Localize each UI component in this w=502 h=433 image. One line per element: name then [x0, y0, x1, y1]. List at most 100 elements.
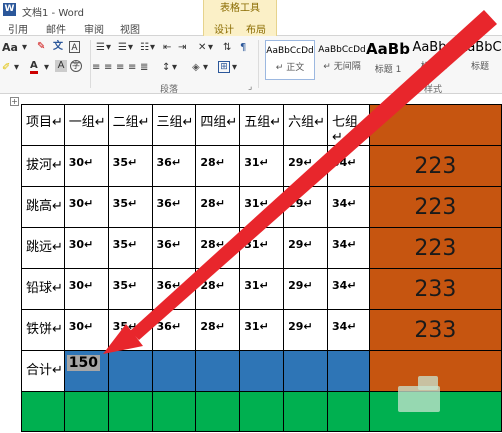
style-normal[interactable]: AaBbCcDd ↵ 正文: [265, 40, 315, 80]
dropdown-arrow-icon[interactable]: ▾: [128, 42, 133, 54]
justify-icon[interactable]: ≡: [128, 62, 136, 74]
sum-cell[interactable]: [326, 350, 370, 392]
header-cell[interactable]: 七组↵: [326, 104, 370, 146]
value-cell[interactable]: 30↵: [63, 268, 109, 310]
sum-cell[interactable]: [195, 350, 241, 392]
sum-cell[interactable]: [151, 350, 197, 392]
value-cell[interactable]: 35↵: [107, 186, 153, 228]
table-move-handle-icon[interactable]: +: [10, 97, 19, 106]
dropdown-arrow-icon[interactable]: ▾: [203, 62, 208, 74]
enclose-characters-icon[interactable]: 字: [70, 60, 82, 72]
clear-format-icon[interactable]: ✎: [37, 41, 45, 53]
row-total-cell[interactable]: 233: [368, 309, 502, 351]
value-cell[interactable]: 31↵: [239, 268, 285, 310]
value-cell[interactable]: 34↵: [326, 268, 370, 310]
chinese-layout-icon[interactable]: ✕: [198, 42, 206, 54]
value-cell[interactable]: 29↵: [283, 309, 328, 351]
increase-indent-icon[interactable]: ⇥: [178, 42, 186, 54]
value-cell[interactable]: 29↵: [283, 268, 328, 310]
show-formatting-marks-icon[interactable]: ¶: [240, 42, 246, 54]
tab-table-design[interactable]: 设计: [214, 21, 234, 36]
bottom-cell[interactable]: [283, 391, 328, 432]
sum-cell-selected[interactable]: 150: [63, 350, 109, 392]
decrease-indent-icon[interactable]: ⇤: [163, 42, 171, 54]
dropdown-arrow-icon[interactable]: ▾: [150, 42, 155, 54]
value-cell[interactable]: 35↵: [107, 145, 153, 187]
header-cell[interactable]: 项目↵: [21, 104, 65, 146]
dropdown-arrow-icon[interactable]: ▾: [172, 62, 177, 74]
value-cell[interactable]: 30↵: [63, 227, 109, 269]
phonetic-guide-icon[interactable]: 文: [53, 41, 63, 53]
line-spacing-icon[interactable]: ↕: [162, 62, 170, 74]
header-cell[interactable]: 四组↵: [195, 104, 241, 146]
align-left-icon[interactable]: ≡: [92, 62, 100, 74]
tab-review[interactable]: 审阅: [84, 21, 104, 36]
bottom-cell[interactable]: [326, 391, 370, 432]
header-cell[interactable]: 一组↵: [63, 104, 109, 146]
dropdown-arrow-icon[interactable]: ▾: [106, 42, 111, 54]
value-cell[interactable]: 29↵: [283, 227, 328, 269]
paragraph-dialog-launcher-icon[interactable]: ⌟: [248, 82, 252, 92]
style-heading-1[interactable]: AaBb 标题 1: [366, 40, 410, 80]
value-cell[interactable]: 28↵: [195, 227, 241, 269]
value-cell[interactable]: 35↵: [107, 309, 153, 351]
header-cell[interactable]: 六组↵: [283, 104, 328, 146]
shading-icon[interactable]: ◈: [192, 62, 200, 74]
value-cell[interactable]: 35↵: [107, 227, 153, 269]
style-heading-2[interactable]: AaBbC 标题 2: [412, 40, 456, 80]
tab-view[interactable]: 视图: [120, 21, 140, 36]
sum-row-label[interactable]: 合计↵: [21, 350, 65, 392]
tab-mailings[interactable]: 邮件: [46, 21, 66, 36]
dropdown-arrow-icon[interactable]: ▾: [208, 42, 213, 54]
dropdown-arrow-icon[interactable]: ▾: [232, 62, 237, 74]
header-cell[interactable]: 五组↵: [239, 104, 285, 146]
style-no-spacing[interactable]: AaBbCcDd ↵ 无间隔: [318, 40, 366, 80]
row-label-cell[interactable]: 铁饼↵: [21, 309, 65, 351]
bottom-cell[interactable]: [195, 391, 241, 432]
bottom-cell[interactable]: [151, 391, 197, 432]
dropdown-arrow-icon[interactable]: ▾: [44, 62, 49, 74]
row-total-cell[interactable]: 233: [368, 268, 502, 310]
sum-cell[interactable]: [283, 350, 328, 392]
value-cell[interactable]: 30↵: [63, 309, 109, 351]
header-cell[interactable]: 三组↵: [151, 104, 197, 146]
header-cell[interactable]: 二组↵: [107, 104, 153, 146]
value-cell[interactable]: 36↵: [151, 268, 197, 310]
value-cell[interactable]: 31↵: [239, 186, 285, 228]
value-cell[interactable]: 36↵: [151, 309, 197, 351]
document-area[interactable]: + 项目↵ 一组↵ 二组↵ 三组↵ 四组↵ 五组↵ 六组↵ 七组↵ 拔河↵ 30↵…: [0, 94, 502, 433]
value-cell[interactable]: 29↵: [283, 145, 328, 187]
value-cell[interactable]: 34↵: [326, 309, 370, 351]
value-cell[interactable]: 28↵: [195, 186, 241, 228]
value-cell[interactable]: 28↵: [195, 309, 241, 351]
change-case-icon[interactable]: Aa: [2, 42, 18, 54]
character-shading-icon[interactable]: A: [55, 60, 67, 72]
row-label-cell[interactable]: 跳高↵: [21, 186, 65, 228]
dropdown-arrow-icon[interactable]: ▾: [22, 42, 27, 54]
sort-icon[interactable]: ⇅: [223, 42, 231, 54]
numbering-icon[interactable]: ☰: [118, 42, 127, 54]
value-cell[interactable]: 31↵: [239, 309, 285, 351]
tab-references[interactable]: 引用: [8, 21, 28, 36]
row-label-cell[interactable]: 拔河↵: [21, 145, 65, 187]
font-color-icon[interactable]: A: [30, 60, 38, 74]
bottom-cell[interactable]: [239, 391, 285, 432]
row-total-cell[interactable]: 223: [368, 227, 502, 269]
value-cell[interactable]: 30↵: [63, 145, 109, 187]
value-cell[interactable]: 31↵: [239, 145, 285, 187]
character-border-icon[interactable]: A: [69, 41, 80, 53]
borders-icon[interactable]: ⊞: [218, 61, 230, 73]
highlight-icon[interactable]: ✐: [2, 62, 10, 74]
value-cell[interactable]: 29↵: [283, 186, 328, 228]
align-right-icon[interactable]: ≡: [116, 62, 124, 74]
value-cell[interactable]: 34↵: [326, 227, 370, 269]
align-center-icon[interactable]: ≡: [104, 62, 112, 74]
bottom-cell[interactable]: [107, 391, 153, 432]
value-cell[interactable]: 35↵: [107, 268, 153, 310]
tab-table-layout[interactable]: 布局: [246, 21, 266, 36]
value-cell[interactable]: 36↵: [151, 227, 197, 269]
value-cell[interactable]: 36↵: [151, 186, 197, 228]
value-cell[interactable]: 30↵: [63, 186, 109, 228]
bullets-icon[interactable]: ☰: [96, 42, 105, 54]
dropdown-arrow-icon[interactable]: ▾: [14, 62, 19, 74]
